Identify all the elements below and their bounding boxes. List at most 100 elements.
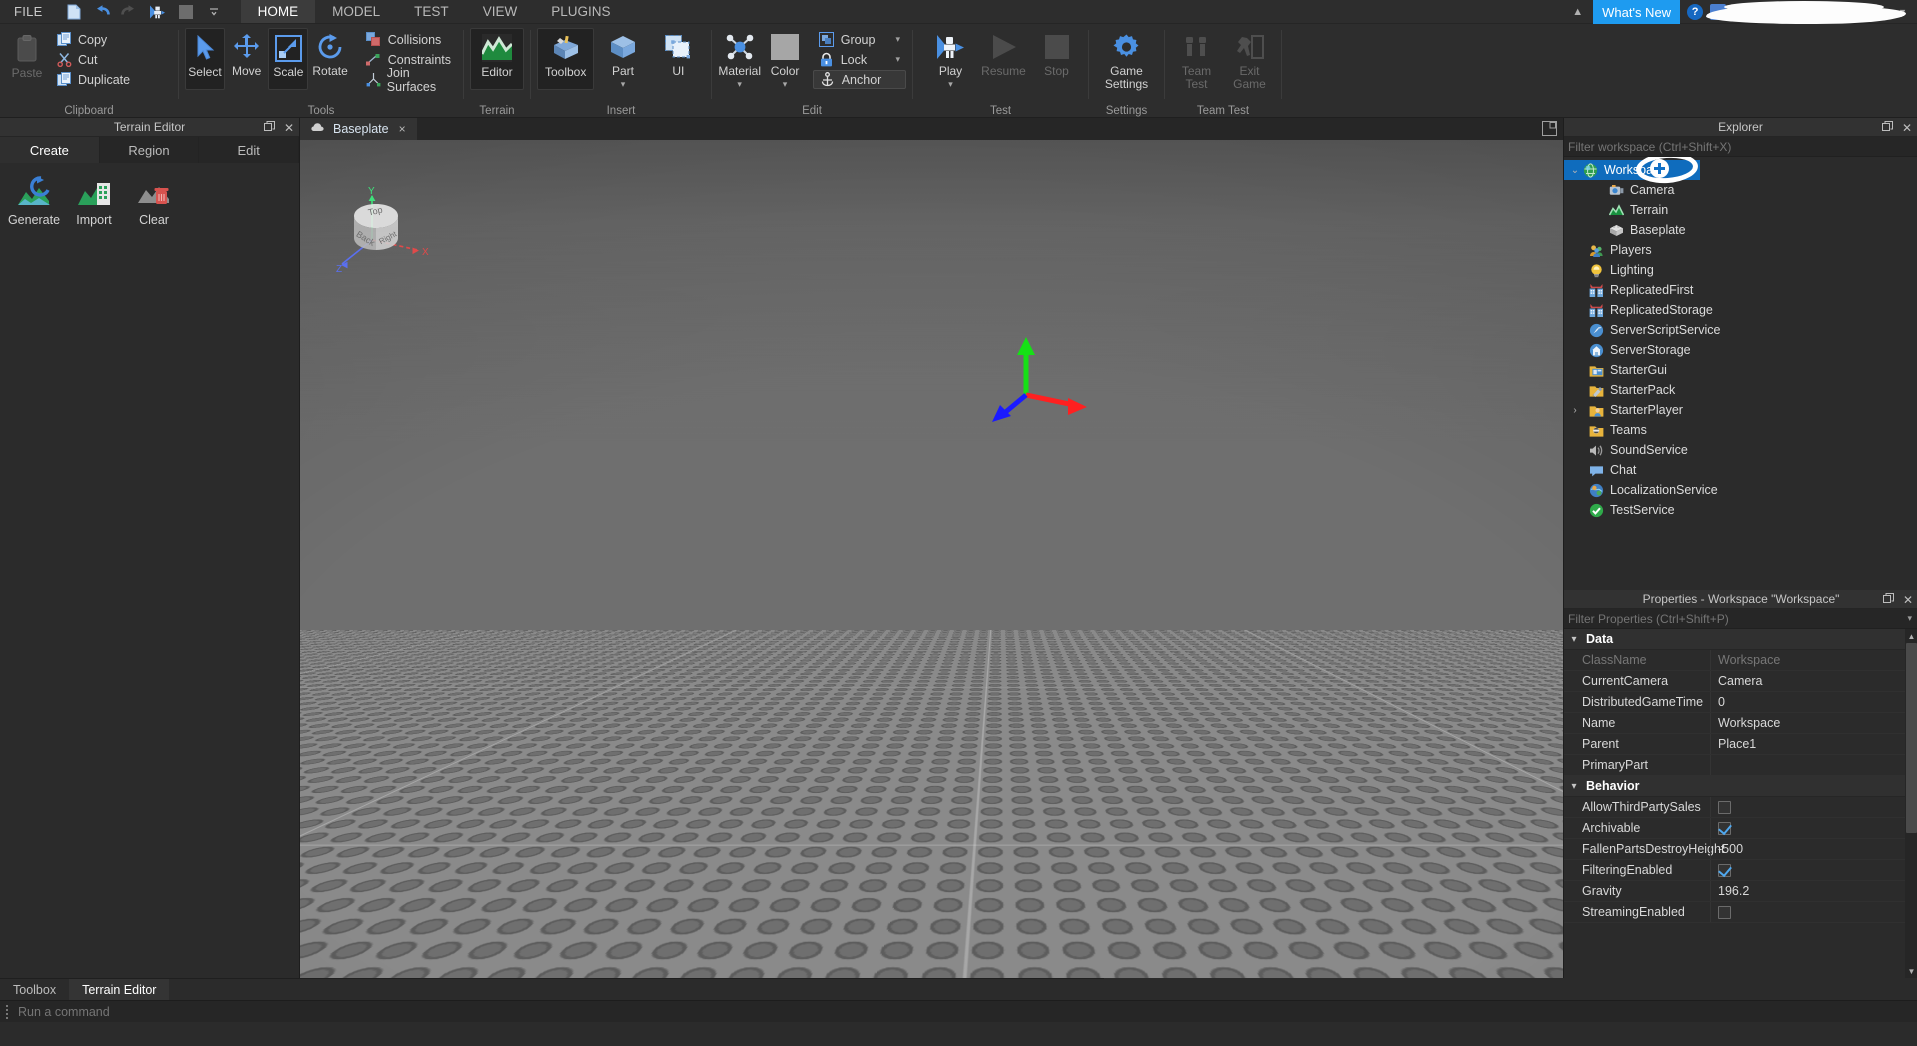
- tree-item-lighting[interactable]: Lighting: [1564, 260, 1917, 280]
- color-swatch-icon[interactable]: [175, 2, 197, 22]
- anchor-button[interactable]: Anchor: [812, 70, 906, 89]
- tab-edit[interactable]: Edit: [199, 137, 300, 163]
- bottom-tab-terrain-editor[interactable]: Terrain Editor: [69, 979, 170, 1000]
- file-menu[interactable]: FILE: [0, 0, 57, 23]
- property-row[interactable]: DistributedGameTime 0: [1564, 692, 1917, 713]
- move-tool-button[interactable]: Move: [227, 28, 266, 90]
- tab-home[interactable]: HOME: [240, 0, 316, 23]
- collapse-ribbon-icon[interactable]: ▲: [1562, 6, 1593, 18]
- duplicate-button[interactable]: Duplicate: [50, 70, 136, 89]
- tab-create[interactable]: Create: [0, 137, 100, 163]
- tree-item-serverstorage[interactable]: ServerStorage: [1564, 340, 1917, 360]
- chevron-down-icon[interactable]: ▾: [1568, 781, 1580, 792]
- viewport-tab-close-icon[interactable]: ×: [399, 122, 406, 136]
- play-figure-icon[interactable]: [147, 2, 169, 22]
- bottom-tab-toolbox[interactable]: Toolbox: [0, 979, 69, 1000]
- chevron-down-icon[interactable]: ▾: [1568, 634, 1580, 645]
- play-button[interactable]: Play ▾: [925, 28, 976, 90]
- checkbox-checked[interactable]: [1718, 821, 1731, 835]
- property-value[interactable]: Workspace: [1710, 713, 1917, 733]
- tree-item-replicatedfirst[interactable]: ReplicatedFirst: [1564, 280, 1917, 300]
- copy-button[interactable]: Copy: [50, 30, 136, 49]
- close-icon[interactable]: ✕: [284, 122, 294, 134]
- explorer-filter-bar[interactable]: [1564, 137, 1917, 157]
- property-row[interactable]: Archivable: [1564, 818, 1917, 839]
- terrain-generate-button[interactable]: Generate: [4, 175, 64, 227]
- color-button[interactable]: Color ▾: [763, 28, 806, 90]
- property-value[interactable]: [1710, 818, 1917, 838]
- tree-item-teams[interactable]: Teams: [1564, 420, 1917, 440]
- group-button[interactable]: Group ▾: [813, 30, 906, 49]
- property-row[interactable]: AllowThirdPartySales: [1564, 797, 1917, 818]
- chevron-down-icon[interactable]: ⌄: [1568, 165, 1582, 176]
- scale-tool-button[interactable]: Scale: [268, 28, 309, 90]
- explorer-tree[interactable]: ⌄ Workspace Camera Terrain Baseplate Pla…: [1564, 157, 1917, 590]
- tree-item-starterpack[interactable]: StarterPack: [1564, 380, 1917, 400]
- select-tool-button[interactable]: Select: [185, 28, 225, 90]
- property-value[interactable]: Camera: [1710, 671, 1917, 691]
- terrain-import-button[interactable]: Import: [64, 175, 124, 227]
- material-button[interactable]: Material ▾: [718, 28, 761, 90]
- material-caret-icon[interactable]: ▾: [737, 79, 742, 90]
- tree-item-starterplayer[interactable]: › StarterPlayer: [1564, 400, 1917, 420]
- undo-icon[interactable]: [91, 2, 113, 22]
- property-row[interactable]: Gravity 196.2: [1564, 881, 1917, 902]
- whats-new-button[interactable]: What's New: [1593, 0, 1681, 24]
- scroll-down-icon[interactable]: ▼: [1905, 964, 1917, 978]
- property-group-data[interactable]: ▾ Data: [1564, 629, 1917, 650]
- tree-item-workspace[interactable]: ⌄ Workspace: [1564, 160, 1700, 180]
- game-settings-button[interactable]: Game Settings: [1095, 28, 1158, 91]
- checkbox-checked[interactable]: [1718, 863, 1731, 877]
- scroll-up-icon[interactable]: ▲: [1905, 629, 1917, 643]
- account-menu[interactable]: [1706, 1, 1907, 24]
- terrain-clear-button[interactable]: Clear: [124, 175, 184, 227]
- color-caret-icon[interactable]: ▾: [783, 79, 788, 90]
- property-value[interactable]: 196.2: [1710, 881, 1917, 901]
- tab-region[interactable]: Region: [100, 137, 200, 163]
- property-row[interactable]: Parent Place1: [1564, 734, 1917, 755]
- tree-item-testservice[interactable]: TestService: [1564, 500, 1917, 520]
- checkbox-unchecked[interactable]: [1718, 905, 1731, 919]
- explorer-filter-input[interactable]: [1568, 139, 1917, 154]
- property-row[interactable]: StreamingEnabled: [1564, 902, 1917, 923]
- lock-button[interactable]: Lock ▾: [813, 50, 906, 69]
- group-caret-icon[interactable]: ▾: [881, 34, 900, 45]
- property-value[interactable]: 0: [1710, 692, 1917, 712]
- move-gizmo[interactable]: [990, 323, 1100, 433]
- property-value[interactable]: [1710, 902, 1917, 922]
- property-row[interactable]: FilteringEnabled: [1564, 860, 1917, 881]
- property-row[interactable]: CurrentCamera Camera: [1564, 671, 1917, 692]
- more-caret-icon[interactable]: [203, 2, 225, 22]
- properties-filter-input[interactable]: [1568, 611, 1902, 626]
- properties-scrollbar[interactable]: ▲ ▼: [1905, 629, 1917, 978]
- property-value[interactable]: [1710, 797, 1917, 817]
- help-icon[interactable]: ?: [1687, 4, 1704, 20]
- scrollbar-thumb[interactable]: [1906, 643, 1917, 833]
- tree-item-baseplate[interactable]: Baseplate: [1564, 220, 1917, 240]
- properties-list[interactable]: ▾ Data ClassName Workspace CurrentCamera…: [1564, 629, 1917, 978]
- property-value[interactable]: Place1: [1710, 734, 1917, 754]
- redo-icon[interactable]: [119, 2, 141, 22]
- tree-item-chat[interactable]: Chat: [1564, 460, 1917, 480]
- property-row[interactable]: PrimaryPart: [1564, 755, 1917, 776]
- tree-item-localizationservice[interactable]: LocalizationService: [1564, 480, 1917, 500]
- tree-item-terrain[interactable]: Terrain: [1564, 200, 1917, 220]
- paste-button[interactable]: Paste: [6, 28, 48, 80]
- property-row[interactable]: Name Workspace: [1564, 713, 1917, 734]
- close-icon[interactable]: ✕: [1902, 122, 1912, 134]
- view-cube[interactable]: Top Back Right Y X Z: [330, 178, 440, 278]
- properties-filter-bar[interactable]: ▾: [1564, 609, 1917, 629]
- tree-item-camera[interactable]: Camera: [1564, 180, 1917, 200]
- tab-test[interactable]: TEST: [397, 0, 466, 23]
- viewport-3d-canvas[interactable]: Top Back Right Y X Z: [300, 140, 1563, 978]
- toolbox-button[interactable]: Toolbox: [537, 28, 595, 90]
- drag-handle-icon[interactable]: [0, 1004, 12, 1019]
- checkbox-unchecked[interactable]: [1718, 800, 1731, 814]
- property-group-behavior[interactable]: ▾ Behavior: [1564, 776, 1917, 797]
- viewport-expand-icon[interactable]: [1542, 121, 1557, 136]
- tree-item-startergui[interactable]: StarterGui: [1564, 360, 1917, 380]
- ui-button[interactable]: UI: [652, 28, 705, 90]
- part-button[interactable]: Part ▾: [596, 28, 649, 90]
- undock-icon[interactable]: [1882, 593, 1894, 606]
- join-surfaces-button[interactable]: Join Surfaces: [360, 66, 457, 94]
